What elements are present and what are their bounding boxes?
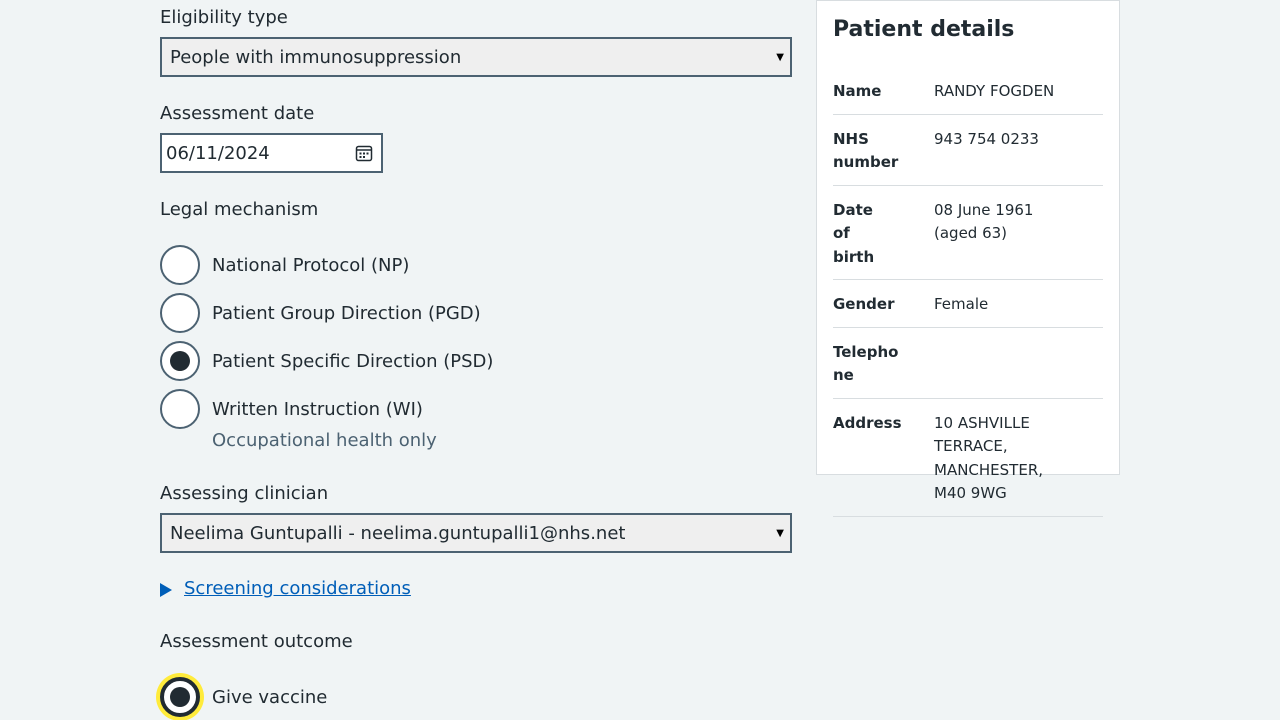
- radio-np-label[interactable]: National Protocol (NP): [212, 255, 409, 276]
- summary-value: [934, 341, 1094, 388]
- radio-give-vaccine[interactable]: [160, 677, 200, 717]
- triangle-right-icon: [160, 582, 172, 597]
- summary-value: 10 ASHVILLE TERRACE, MANCHESTER, M40 9WG: [934, 413, 1044, 503]
- radio-pgd[interactable]: [160, 293, 200, 333]
- summary-row-telephone: Telephone: [833, 340, 1103, 399]
- legal-mechanism-label: Legal mechanism: [160, 199, 319, 220]
- radio-give-vaccine-label[interactable]: Give vaccine: [212, 687, 327, 708]
- summary-key: NHS number: [833, 129, 899, 172]
- summary-value: RANDY FOGDEN: [934, 82, 1055, 100]
- summary-row-nhs-number: NHS number 943 754 0233: [833, 127, 1103, 186]
- summary-key: Name: [833, 82, 882, 100]
- summary-value: Female: [934, 295, 989, 313]
- patient-details-panel: Patient details Name RANDY FOGDEN NHS nu…: [816, 0, 1120, 517]
- summary-value: 08 June 1961 (aged 63): [934, 200, 1034, 243]
- assessing-clinician-select[interactable]: Neelima Guntupalli - neelima.guntupalli1…: [160, 513, 792, 553]
- radio-selected-dot: [170, 687, 190, 707]
- summary-key: Gender: [833, 295, 895, 313]
- assessing-clinician-label: Assessing clinician: [160, 483, 329, 504]
- radio-option-pgd[interactable]: Patient Group Direction (PGD): [160, 293, 481, 333]
- summary-key: Address: [833, 413, 902, 432]
- radio-option-psd[interactable]: Patient Specific Direction (PSD): [160, 341, 493, 381]
- radio-option-give-vaccine[interactable]: Give vaccine: [160, 677, 327, 717]
- radio-psd-label[interactable]: Patient Specific Direction (PSD): [212, 351, 493, 372]
- summary-value: 943 754 0233: [934, 129, 1039, 148]
- radio-wi-label[interactable]: Written Instruction (WI): [212, 399, 423, 420]
- assessing-clinician-value: Neelima Guntupalli - neelima.guntupalli1…: [170, 522, 626, 544]
- eligibility-type-label: Eligibility type: [160, 7, 288, 28]
- assessment-date-label: Assessment date: [160, 103, 315, 124]
- summary-row-gender: Gender Female: [833, 292, 1103, 328]
- assessment-outcome-label: Assessment outcome: [160, 631, 353, 652]
- chevron-down-icon: ▼: [776, 51, 784, 63]
- summary-row-address: Address 10 ASHVILLE TERRACE, MANCHESTER,…: [833, 411, 1103, 517]
- calendar-icon[interactable]: [355, 144, 373, 162]
- eligibility-type-select[interactable]: People with immunosuppression ▼: [160, 37, 792, 77]
- assessment-date-input[interactable]: 06/11/2024: [160, 133, 383, 173]
- radio-np[interactable]: [160, 245, 200, 285]
- radio-selected-dot: [170, 351, 190, 371]
- patient-summary-list: Name RANDY FOGDEN NHS number 943 754 023…: [833, 79, 1103, 529]
- radio-pgd-label[interactable]: Patient Group Direction (PGD): [212, 303, 481, 324]
- screening-considerations-link[interactable]: Screening considerations: [184, 578, 411, 599]
- radio-option-wi[interactable]: Written Instruction (WI): [160, 389, 423, 429]
- eligibility-type-value: People with immunosuppression: [170, 46, 462, 68]
- radio-psd[interactable]: [160, 341, 200, 381]
- summary-key: Telephone: [833, 342, 899, 385]
- summary-row-name: Name RANDY FOGDEN: [833, 79, 1103, 115]
- assessment-date-value: 06/11/2024: [166, 142, 270, 164]
- radio-wi-hint: Occupational health only: [212, 430, 437, 451]
- patient-details-title: Patient details: [833, 17, 1015, 42]
- radio-option-np[interactable]: National Protocol (NP): [160, 245, 409, 285]
- summary-key: Date of birth: [833, 200, 875, 266]
- summary-row-dob: Date of birth 08 June 1961 (aged 63): [833, 198, 1103, 280]
- chevron-down-icon: ▼: [776, 527, 784, 539]
- screening-considerations-toggle[interactable]: Screening considerations: [160, 578, 411, 599]
- radio-wi[interactable]: [160, 389, 200, 429]
